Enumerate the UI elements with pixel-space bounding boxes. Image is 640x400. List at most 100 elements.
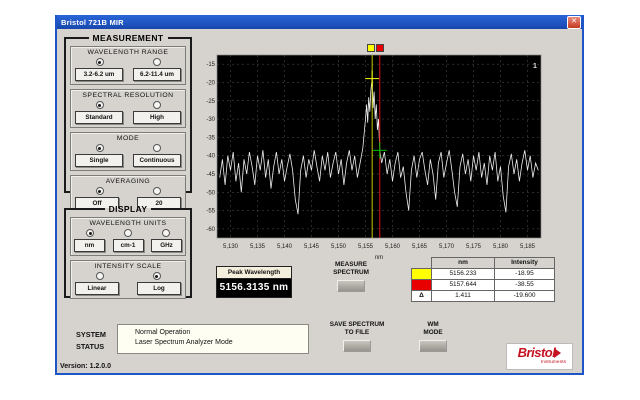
svg-text:-15: -15: [206, 62, 215, 68]
mode-option-1-radio[interactable]: [153, 144, 161, 152]
svg-text:-30: -30: [206, 117, 215, 123]
table-row: Δ 1.411 -19.600: [412, 290, 555, 301]
yellow-marker-swatch: [412, 268, 432, 279]
wavelength-range-option-1-radio[interactable]: [153, 58, 161, 66]
averaging-option-1-radio[interactable]: [153, 187, 161, 195]
measurement-group-title: MEASUREMENT: [89, 33, 168, 43]
svg-text:1: 1: [533, 63, 537, 70]
peak-wavelength-label: Peak Wavelength: [217, 267, 291, 279]
close-button[interactable]: ✕: [567, 16, 581, 29]
wavelength-range-panel: WAVELENGTH RANGE 3.2-6.2 um 6.2-11.4 um: [70, 46, 186, 85]
system-status-box: Normal Operation Laser Spectrum Analyzer…: [117, 324, 309, 354]
wm-mode-control: WM MODE: [407, 321, 459, 352]
close-icon: ✕: [571, 18, 577, 25]
wavelength-range-option-0-radio[interactable]: [96, 58, 104, 66]
save-spectrum-label-line1: SAVE SPECTRUM: [330, 321, 385, 328]
app-window: Bristol 721B MIR ✕ MEASUREMENT WAVELENGT…: [55, 15, 584, 375]
averaging-option-0-radio[interactable]: [96, 187, 104, 195]
svg-text:-40: -40: [206, 154, 215, 160]
spectral-resolution-panel: SPECTRAL RESOLUTION Standard High: [70, 89, 186, 128]
markers-table-header-row: nm Intensity: [412, 258, 555, 269]
spectral-resolution-option-0-radio[interactable]: [96, 101, 104, 109]
table-row: 5156.233 -18.95: [412, 268, 555, 279]
mode-option-0-button[interactable]: Single: [75, 154, 123, 167]
save-spectrum-label-line2: TO FILE: [345, 329, 369, 336]
mode-panel: MODE Single Continuous: [70, 132, 186, 171]
wavelength-units-option-1-button[interactable]: cm-1: [113, 239, 144, 252]
wm-mode-label-line1: WM: [427, 321, 438, 328]
svg-text:-35: -35: [206, 135, 215, 141]
title-bar[interactable]: Bristol 721B MIR ✕: [57, 15, 582, 29]
svg-text:5,150: 5,150: [331, 244, 347, 250]
intensity-scale-option-1-radio[interactable]: [153, 272, 161, 280]
bristol-logo: Bristol Instruments: [506, 343, 573, 370]
intensity-scale-option-1-button[interactable]: Log: [137, 282, 181, 295]
mode-option-1-button[interactable]: Continuous: [133, 154, 181, 167]
yellow-marker-nm: 5156.233: [432, 268, 495, 279]
display-group-title: DISPLAY: [105, 204, 152, 214]
spectral-resolution-option-1-radio[interactable]: [153, 101, 161, 109]
svg-text:-50: -50: [206, 190, 215, 196]
window-content: MEASUREMENT WAVELENGTH RANGE 3.2-6.2 um …: [57, 29, 582, 373]
intensity-scale-option-0-radio[interactable]: [96, 272, 104, 280]
wavelength-units-option-0-button[interactable]: nm: [74, 239, 105, 252]
svg-text:5,155: 5,155: [358, 244, 374, 250]
delta-intensity: -19.600: [495, 290, 555, 301]
wavelength-range-option-1-button[interactable]: 6.2-11.4 um: [133, 68, 181, 81]
wm-mode-button[interactable]: [419, 340, 447, 352]
svg-text:-55: -55: [206, 209, 215, 215]
spectrum-graph[interactable]: 5,1305,1355,1405,1455,1505,1555,1605,165…: [199, 47, 595, 262]
intensity-scale-panel: INTENSITY SCALE Linear Log: [70, 260, 186, 299]
markers-table-header-intensity: Intensity: [495, 258, 555, 269]
intensity-scale-option-0-button[interactable]: Linear: [75, 282, 119, 295]
delta-nm: 1.411: [432, 290, 495, 301]
spectral-resolution-label: SPECTRAL RESOLUTION: [71, 91, 185, 101]
window-title: Bristol 721B MIR: [57, 18, 124, 27]
svg-text:-45: -45: [206, 172, 215, 178]
red-marker-nm: 5157.644: [432, 279, 495, 290]
mode-label: MODE: [71, 134, 185, 144]
spectral-resolution-option-1-button[interactable]: High: [133, 111, 181, 124]
markers-table-corner: [412, 258, 432, 269]
svg-text:5,135: 5,135: [250, 244, 266, 250]
yellow-marker-intensity: -18.95: [495, 268, 555, 279]
bristol-logo-text: Bristol: [518, 345, 556, 360]
peak-wavelength-value: 5156.3135 nm: [217, 279, 291, 297]
wavelength-units-label: WAVELENGTH UNITS: [71, 219, 185, 229]
measure-spectrum-label-line1: MEASURE: [335, 261, 367, 268]
wavelength-range-label: WAVELENGTH RANGE: [71, 48, 185, 58]
system-status-label: SYSTEM STATUS: [76, 329, 106, 353]
measure-spectrum-button[interactable]: [337, 280, 365, 292]
averaging-label: AVERAGING: [71, 177, 185, 187]
svg-text:5,175: 5,175: [466, 244, 482, 250]
wavelength-units-panel: WAVELENGTH UNITS nm cm-1 GHz: [70, 217, 186, 256]
version-text: Version: 1.2.0.0: [60, 363, 111, 370]
svg-text:-20: -20: [206, 80, 215, 86]
measure-spectrum-label-line2: SPECTRUM: [333, 269, 369, 276]
delta-symbol: Δ: [412, 290, 432, 301]
red-marker-intensity: -38.55: [495, 279, 555, 290]
red-cursor-handle[interactable]: [376, 44, 384, 52]
svg-text:5,145: 5,145: [304, 244, 320, 250]
mode-option-0-radio[interactable]: [96, 144, 104, 152]
wavelength-units-option-2-radio[interactable]: [162, 229, 170, 237]
red-marker-swatch: [412, 279, 432, 290]
display-group: DISPLAY WAVELENGTH UNITS nm cm-1 GHz: [64, 204, 192, 298]
wavelength-units-option-2-button[interactable]: GHz: [151, 239, 182, 252]
wavelength-units-option-0-radio[interactable]: [86, 229, 94, 237]
spectrum-plot[interactable]: 5,1305,1355,1405,1455,1505,1555,1605,165…: [199, 47, 595, 262]
table-row: 5157.644 -38.55: [412, 279, 555, 290]
measure-spectrum-control: MEASURE SPECTRUM: [315, 261, 387, 292]
svg-text:5,185: 5,185: [520, 244, 536, 250]
wavelength-range-option-0-button[interactable]: 3.2-6.2 um: [75, 68, 123, 81]
save-spectrum-button[interactable]: [343, 340, 371, 352]
wavelength-units-option-1-radio[interactable]: [124, 229, 132, 237]
svg-text:5,140: 5,140: [277, 244, 293, 250]
markers-table: nm Intensity 5156.233 -18.95 5157.644 -3…: [411, 257, 555, 302]
measurement-group: MEASUREMENT WAVELENGTH RANGE 3.2-6.2 um …: [64, 33, 192, 193]
system-status-line2: Laser Spectrum Analyzer Mode: [118, 339, 308, 346]
yellow-cursor-handle[interactable]: [367, 44, 375, 52]
svg-text:5,180: 5,180: [493, 244, 509, 250]
spectral-resolution-option-0-button[interactable]: Standard: [75, 111, 123, 124]
screen: Bristol 721B MIR ✕ MEASUREMENT WAVELENGT…: [0, 0, 640, 400]
